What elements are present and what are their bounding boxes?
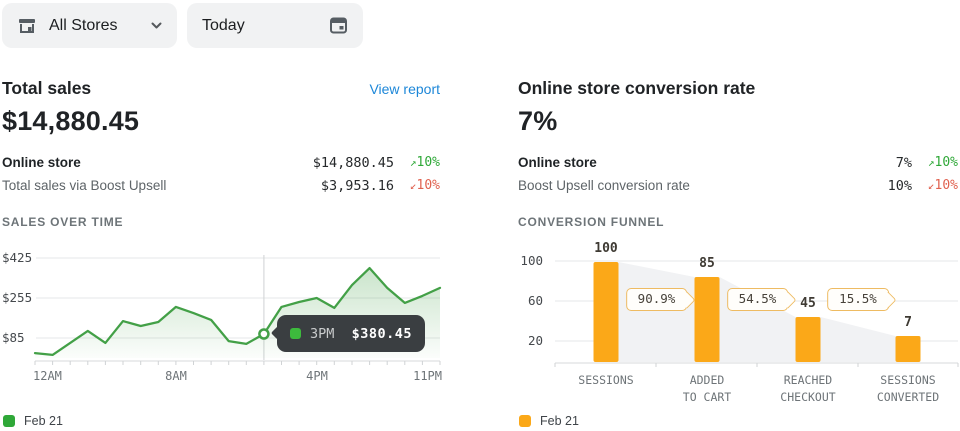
sales-x-tick-4pm: 4PM xyxy=(297,369,337,383)
total-sales-row-0: Online store$14,880.45↗10% xyxy=(2,151,440,174)
conversion-rate-badge-2: 15.5% xyxy=(827,288,889,311)
conversion-rate-row-label: Online store xyxy=(518,155,896,170)
tooltip-value: $380.45 xyxy=(352,326,412,342)
total-sales-row-value: $14,880.45 xyxy=(313,155,394,171)
sales-x-tick-11pm: 11PM xyxy=(400,369,442,383)
sales-legend: Feb 21 xyxy=(3,414,63,428)
funnel-bar-value-3: 7 xyxy=(904,315,912,330)
chart-tooltip: 3PM $380.45 xyxy=(277,315,425,352)
funnel-decay-area xyxy=(619,262,921,362)
sales-x-tick-12am: 12AM xyxy=(33,369,62,383)
conversion-rate-value: 7% xyxy=(518,106,557,137)
total-sales-row-value: $3,953.16 xyxy=(321,178,394,194)
sales-over-time-label: SALES OVER TIME xyxy=(2,215,123,229)
store-selector-button[interactable]: All Stores xyxy=(2,3,177,48)
funnel-legend-label: Feb 21 xyxy=(540,414,579,428)
total-sales-row-label: Online store xyxy=(2,155,313,170)
delta-up-indicator: ↗10% xyxy=(394,155,440,170)
funnel-bar-3[interactable] xyxy=(896,336,921,362)
delta-down-indicator: ↙10% xyxy=(912,178,958,193)
funnel-category-label-3: SESSIONS CONVERTED xyxy=(877,372,939,406)
conversion-rate-title: Online store conversion rate xyxy=(518,78,755,99)
conversion-rate-badge-1: 54.5% xyxy=(727,288,789,311)
sales-legend-label: Feb 21 xyxy=(24,414,63,428)
conversion-rate-badge-0: 90.9% xyxy=(626,288,688,311)
hover-point-marker[interactable] xyxy=(259,330,268,339)
conversion-rate-row-1: Boost Upsell conversion rate10%↙10% xyxy=(518,174,958,197)
funnel-bar-0[interactable] xyxy=(594,262,619,362)
storefront-icon xyxy=(17,16,37,35)
total-sales-row-1: Total sales via Boost Upsell$3,953.16↙10… xyxy=(2,174,440,197)
funnel-bar-value-1: 85 xyxy=(699,256,715,271)
arrow-up-right-icon: ↗ xyxy=(410,156,417,169)
delta-down-indicator: ↙10% xyxy=(394,178,440,193)
total-sales-breakdown: Online store$14,880.45↗10%Total sales vi… xyxy=(2,151,440,197)
store-selector-label: All Stores xyxy=(49,17,117,35)
funnel-category-label-0: SESSIONS xyxy=(578,372,633,389)
funnel-bar-value-0: 100 xyxy=(594,241,617,256)
total-sales-row-label: Total sales via Boost Upsell xyxy=(2,178,321,193)
funnel-bar-2[interactable] xyxy=(796,317,821,362)
funnel-bar-1[interactable] xyxy=(695,277,720,362)
x-axis-ticks xyxy=(35,361,440,365)
funnel-legend-swatch xyxy=(519,415,531,427)
funnel-bar-value-2: 45 xyxy=(800,296,816,311)
chevron-down-icon xyxy=(151,22,162,29)
delta-up-indicator: ↗10% xyxy=(912,155,958,170)
calendar-icon xyxy=(329,16,348,35)
sales-x-tick-8am: 8AM xyxy=(156,369,196,383)
conversion-funnel-label: CONVERSION FUNNEL xyxy=(518,215,664,229)
conversion-rate-row-value: 7% xyxy=(896,155,912,171)
total-sales-title: Total sales xyxy=(2,78,91,99)
arrow-up-right-icon: ↗ xyxy=(928,156,935,169)
funnel-legend: Feb 21 xyxy=(519,414,579,428)
date-range-button[interactable]: Today xyxy=(187,3,363,48)
date-range-label: Today xyxy=(202,17,245,35)
conversion-rate-breakdown: Online store7%↗10%Boost Upsell conversio… xyxy=(518,151,958,197)
x-axis-ticks xyxy=(555,363,958,367)
conversion-rate-row-label: Boost Upsell conversion rate xyxy=(518,178,888,193)
sales-legend-swatch xyxy=(3,415,15,427)
view-report-link[interactable]: View report xyxy=(330,81,440,97)
conversion-rate-row-value: 10% xyxy=(888,178,912,194)
funnel-category-label-2: REACHED CHECKOUT xyxy=(780,372,835,406)
total-sales-value: $14,880.45 xyxy=(2,106,139,137)
funnel-category-label-1: ADDED TO CART xyxy=(683,372,731,406)
tooltip-time: 3PM xyxy=(310,326,352,342)
conversion-rate-row-0: Online store7%↗10% xyxy=(518,151,958,174)
arrow-down-left-icon: ↙ xyxy=(928,179,935,192)
arrow-down-left-icon: ↙ xyxy=(410,179,417,192)
tooltip-series-swatch xyxy=(290,328,301,339)
